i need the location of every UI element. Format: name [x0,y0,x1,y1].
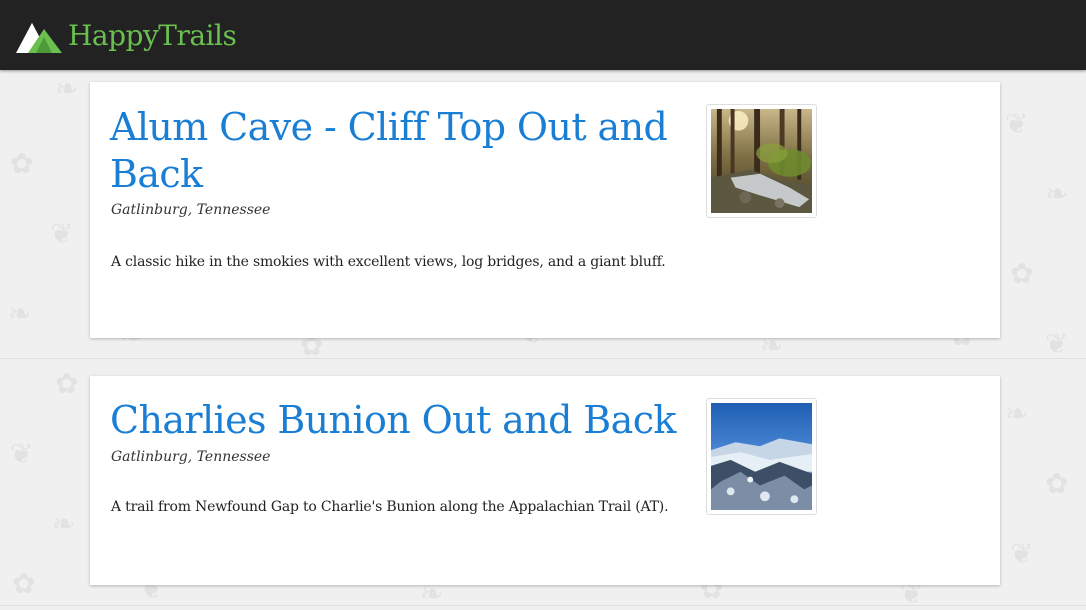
forest-stream-photo[interactable] [706,104,817,218]
top-navbar: HappyTrails [0,0,1086,70]
trail-section: Charlies Bunion Out and Back Gatlinburg,… [0,359,1086,606]
brand-name: HappyTrails [68,18,237,52]
mountain-icon [16,23,62,53]
trail-location: Gatlinburg, Tennessee [111,449,271,465]
trail-title-link[interactable]: Alum Cave - Cliff Top Out and Back [110,104,690,198]
trail-section: Alum Cave - Cliff Top Out and Back Gatli… [0,70,1086,359]
brand-link[interactable]: HappyTrails [14,14,237,56]
trail-description: A trail from Newfound Gap to Charlie's B… [111,499,669,515]
trail-description: A classic hike in the smokies with excel… [111,254,666,270]
trail-card: Charlies Bunion Out and Back Gatlinburg,… [90,376,1000,585]
snowy-mountain-photo[interactable] [706,398,817,515]
trail-location: Gatlinburg, Tennessee [111,202,271,218]
trail-card: Alum Cave - Cliff Top Out and Back Gatli… [90,82,1000,338]
trail-title-link[interactable]: Charlies Bunion Out and Back [110,397,690,444]
